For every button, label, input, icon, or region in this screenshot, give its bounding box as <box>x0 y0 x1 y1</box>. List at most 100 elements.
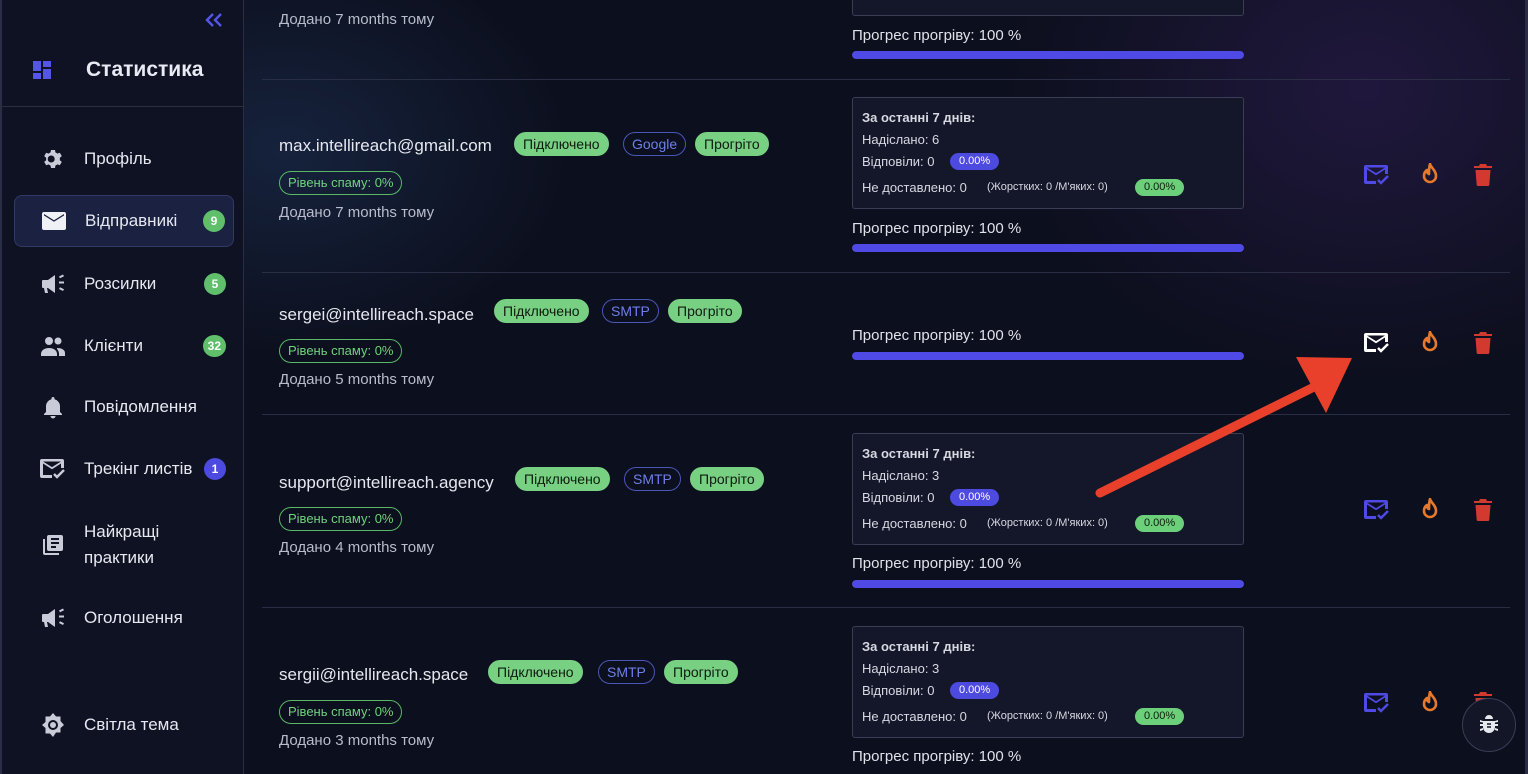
brightness-icon <box>40 712 66 738</box>
trash-icon <box>1474 164 1492 186</box>
sender-email[interactable]: support@intellireach.agency <box>279 473 494 493</box>
warmup-progress-label: Прогрес прогріву: 100 % <box>852 27 1022 44</box>
people-icon <box>40 333 66 359</box>
provider-tag: SMTP <box>598 660 655 684</box>
warmed-tag: Прогріто <box>664 660 738 684</box>
added-date: Додано 3 months тому <box>279 732 435 749</box>
progress-fill <box>852 51 1244 59</box>
sender-email[interactable]: sergii@intellireach.space <box>279 665 468 685</box>
row-divider <box>262 607 1510 608</box>
sidebar-item-label: Світла тема <box>84 715 179 734</box>
sidebar-item-profile[interactable]: Профіль <box>14 133 234 185</box>
undelivered-rate-pill: 0.00% <box>1135 179 1185 196</box>
mark-email-read-icon <box>1364 500 1389 520</box>
sidebar-item-label: Клієнти <box>84 336 143 355</box>
mark-email-read-icon <box>1364 165 1389 185</box>
sidebar-item-senders[interactable]: Відправникі 9 <box>14 195 234 247</box>
warmup-progress-label: Прогрес прогріву: 100 % <box>852 220 1022 237</box>
sidebar-item-label: Розсилки <box>84 274 157 293</box>
spam-level-badge: Рівень спаму: 0% <box>279 700 403 724</box>
delete-button[interactable] <box>1470 330 1496 356</box>
provider-tag: SMTP <box>624 467 681 491</box>
sidebar-item-campaigns[interactable]: Розсилки 5 <box>14 258 234 310</box>
sidebar-item-label-line1: Найкращі <box>84 522 160 541</box>
sidebar-item-label: Профіль <box>84 149 152 168</box>
stats-replied: Відповіли: 0 <box>862 683 935 698</box>
replied-rate-pill: 0.00% <box>950 682 1000 699</box>
bug-icon <box>1480 715 1498 733</box>
mark-email-read-icon <box>1364 693 1389 713</box>
status-tag: Підключено <box>488 660 583 684</box>
warmup-button[interactable] <box>1417 330 1443 356</box>
light-theme-toggle[interactable]: Світла тема <box>14 699 234 751</box>
sidebar-item-clients[interactable]: Клієнти 32 <box>14 320 234 372</box>
stats-undelivered: Не доставлено: 0 <box>862 516 967 531</box>
stats-undelivered-detail: (Жорстких: 0 /М'яких: 0) <box>987 181 1108 193</box>
count-badge: 32 <box>202 335 226 357</box>
warmed-tag: Прогріто <box>668 299 742 323</box>
warmup-progress-bar <box>852 244 1244 252</box>
progress-fill <box>852 244 1244 252</box>
fire-icon <box>1422 691 1438 712</box>
sidebar: Статистика Профіль Відправникі 9 Розсилк… <box>0 0 244 774</box>
warmup-progress-label: Прогрес прогріву: 100 % <box>852 748 1022 765</box>
sidebar-item-notifications[interactable]: Повідомлення <box>14 381 234 433</box>
progress-fill <box>852 580 1244 588</box>
stats-undelivered: Не доставлено: 0 <box>862 180 967 195</box>
fire-icon <box>1422 331 1438 352</box>
warmup-progress-bar <box>852 580 1244 588</box>
email-check-button[interactable] <box>1364 690 1390 716</box>
bug-report-button[interactable] <box>1462 698 1516 752</box>
stats-sent: Надіслано: 3 <box>862 468 940 483</box>
provider-tag: SMTP <box>602 299 659 323</box>
library-books-icon <box>40 532 66 558</box>
stats-title: За останні 7 днів: <box>862 110 976 125</box>
sidebar-item-best-practices[interactable]: Найкращі практики <box>14 516 234 574</box>
stats-box: За останні 7 днів: Надіслано: 6 Відповіл… <box>852 97 1244 209</box>
count-badge: 1 <box>204 458 226 480</box>
added-date: Додано 7 months тому <box>279 204 435 221</box>
count-badge: 9 <box>203 210 225 232</box>
fire-icon <box>1422 163 1438 184</box>
status-tag: Підключено <box>514 132 609 156</box>
added-date: Додано 4 months тому <box>279 539 435 556</box>
megaphone-icon <box>40 271 66 297</box>
sender-email[interactable]: sergei@intellireach.space <box>279 305 474 325</box>
sidebar-title: Статистика <box>86 58 204 81</box>
warmup-progress-label: Прогрес прогріву: 100 % <box>852 555 1022 572</box>
provider-tag: Google <box>623 132 687 156</box>
warmup-button[interactable] <box>1417 497 1443 523</box>
annotation-arrow <box>1095 357 1352 498</box>
email-check-button[interactable] <box>1364 497 1390 523</box>
undelivered-rate-pill: 0.00% <box>1135 708 1185 725</box>
email-check-button[interactable] <box>1364 162 1390 188</box>
sidebar-item-announcements[interactable]: Оголошення <box>14 592 234 644</box>
warmup-button[interactable] <box>1417 162 1443 188</box>
sidebar-header[interactable]: Статистика <box>30 56 203 84</box>
added-date: Додано 5 months тому <box>279 371 435 388</box>
added-date: Додано 7 months тому <box>279 11 435 28</box>
stats-sent: Надіслано: 3 <box>862 661 940 676</box>
warmed-tag: Прогріто <box>695 132 769 156</box>
dashboard-icon <box>33 61 51 79</box>
delete-button[interactable] <box>1470 497 1496 523</box>
bell-icon <box>40 394 66 420</box>
stats-undelivered-detail: (Жорстких: 0 /М'яких: 0) <box>987 710 1108 722</box>
undelivered-rate-pill: 0.00% <box>1135 515 1185 532</box>
stats-sent: Надіслано: 6 <box>862 132 940 147</box>
stats-replied: Відповіли: 0 <box>862 490 935 505</box>
replied-rate-pill: 0.00% <box>950 153 1000 170</box>
warmed-tag: Прогріто <box>690 467 764 491</box>
stats-replied: Відповіли: 0 <box>862 154 935 169</box>
collapse-sidebar-button[interactable] <box>202 10 226 34</box>
sidebar-item-email-tracking[interactable]: Трекінг листів 1 <box>14 443 234 495</box>
delete-button[interactable] <box>1470 162 1496 188</box>
email-check-button[interactable] <box>1364 330 1390 356</box>
warmup-button[interactable] <box>1417 690 1443 716</box>
sender-email[interactable]: max.intellireach@gmail.com <box>279 136 492 156</box>
stats-undelivered: Не доставлено: 0 <box>862 709 967 724</box>
stats-title: За останні 7 днів: <box>862 446 976 461</box>
stats-undelivered-detail: (Жорстких: 0 /М'яких: 0) <box>987 517 1108 529</box>
spam-level-badge: Рівень спаму: 0% <box>279 507 403 531</box>
spam-level-badge: Рівень спаму: 0% <box>279 171 403 195</box>
